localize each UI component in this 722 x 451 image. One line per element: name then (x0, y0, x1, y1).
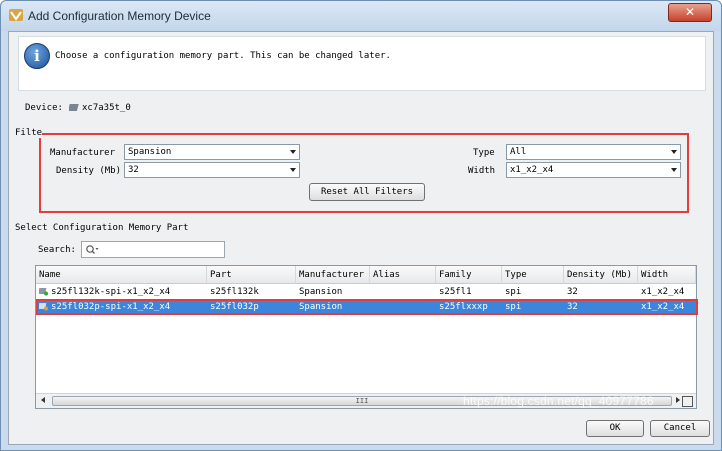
density-value: 32 (128, 165, 139, 175)
device-label: Device: (25, 103, 63, 113)
column-header-family[interactable]: Family (436, 266, 502, 284)
type-select[interactable]: All (506, 144, 681, 160)
ok-button[interactable]: OK (586, 420, 644, 437)
cancel-button[interactable]: Cancel (650, 420, 710, 437)
info-icon: i (24, 43, 50, 69)
cell-width: x1_x2_x4 (641, 287, 685, 297)
density-label: Density (Mb) (56, 166, 122, 176)
cell-family: s25fl1 (439, 287, 472, 297)
search-icon (86, 245, 99, 254)
manufacturer-label: Manufacturer (50, 148, 116, 158)
column-header-alias[interactable]: Alias (370, 266, 436, 284)
memory-part-icon (39, 288, 48, 296)
device-value: xc7a35t_0 (82, 103, 131, 113)
cell-part: s25fl132k (210, 287, 259, 297)
chevron-down-icon (290, 150, 296, 154)
info-panel: i Choose a configuration memory part. Th… (18, 36, 706, 91)
title-bar[interactable]: Add Configuration Memory Device ✕ (1, 1, 721, 31)
manufacturer-value: Spansion (128, 147, 172, 157)
reset-filters-button[interactable]: Reset All Filters (309, 183, 425, 201)
close-button[interactable]: ✕ (668, 3, 712, 22)
cell-name: s25fl132k-spi-x1_x2_x4 (51, 287, 171, 297)
column-header-density[interactable]: Density (Mb) (564, 266, 638, 284)
selection-highlight-frame (36, 299, 698, 315)
column-header-part[interactable]: Part (207, 266, 296, 284)
chevron-down-icon (671, 150, 677, 154)
column-header-name[interactable]: Name (36, 266, 207, 284)
search-label: Search: (38, 245, 76, 255)
chevron-down-icon (671, 168, 677, 172)
cell-manufacturer: Spansion (299, 287, 343, 297)
watermark-text: https://blog.csdn.net/qq_40977786 (463, 394, 654, 408)
filter-group-label: Filte (15, 128, 43, 138)
table-header: Name Part Manufacturer Alias Family Type… (36, 266, 696, 284)
column-header-manufacturer[interactable]: Manufacturer (296, 266, 370, 284)
chevron-down-icon (290, 168, 296, 172)
chip-icon (69, 104, 79, 111)
column-header-width[interactable]: Width (638, 266, 696, 284)
type-label: Type (473, 148, 495, 158)
info-message: Choose a configuration memory part. This… (55, 51, 391, 61)
scroll-right-arrow-icon[interactable] (676, 397, 680, 403)
column-chooser-icon[interactable] (682, 396, 693, 407)
dialog-window: Add Configuration Memory Device ✕ i Choo… (0, 0, 722, 451)
width-label: Width (468, 166, 496, 176)
width-value: x1_x2_x4 (510, 165, 554, 175)
density-select[interactable]: 32 (124, 162, 300, 178)
cell-type: spi (505, 287, 522, 297)
vivado-app-icon (9, 9, 23, 21)
cell-alias (370, 285, 436, 299)
search-input[interactable] (81, 241, 225, 258)
window-title: Add Configuration Memory Device (28, 9, 211, 23)
parts-table: Name Part Manufacturer Alias Family Type… (35, 265, 698, 409)
dialog-body: i Choose a configuration memory part. Th… (8, 31, 714, 445)
cell-density: 32 (567, 287, 578, 297)
scroll-left-arrow-icon[interactable] (41, 397, 45, 403)
width-select[interactable]: x1_x2_x4 (506, 162, 681, 178)
select-part-label: Select Configuration Memory Part (15, 223, 189, 233)
type-value: All (510, 147, 527, 157)
manufacturer-select[interactable]: Spansion (124, 144, 300, 160)
column-header-type[interactable]: Type (502, 266, 564, 284)
table-row[interactable]: s25fl132k-spi-x1_x2_x4 s25fl132k Spansio… (36, 285, 696, 299)
